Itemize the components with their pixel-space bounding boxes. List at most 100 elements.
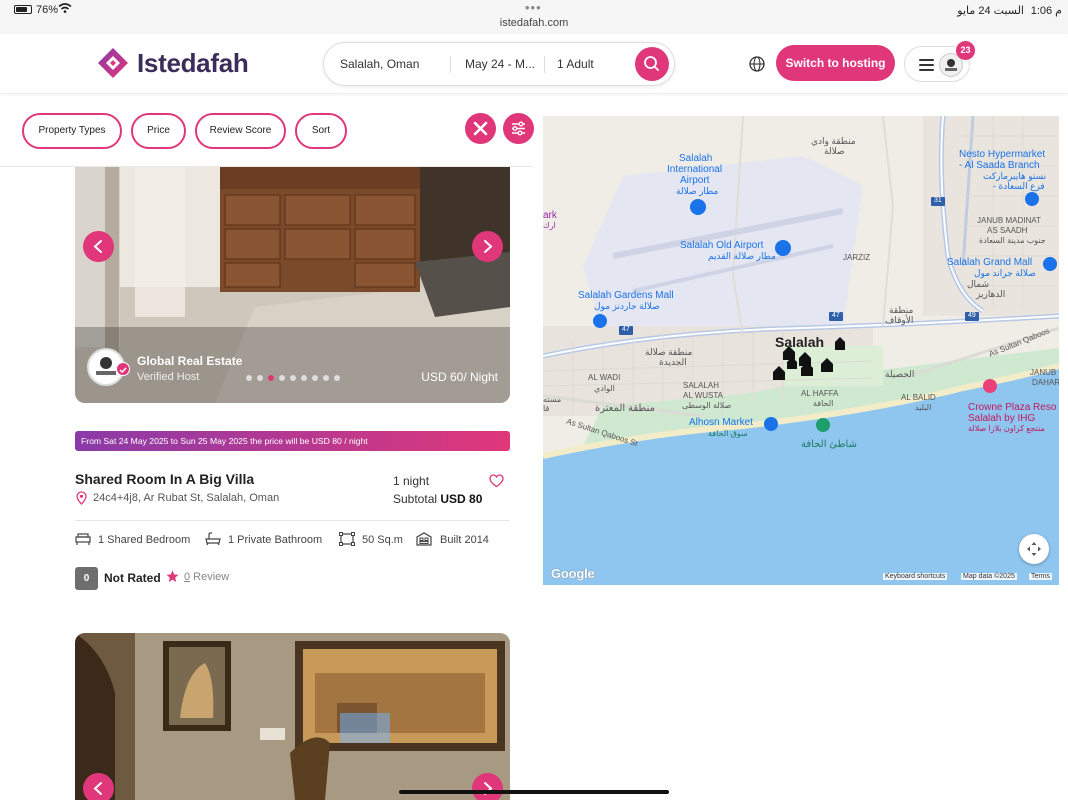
address-bar-url[interactable]: istedafah.com [0, 17, 1068, 29]
map-label-al-balid: AL BALID [901, 393, 936, 402]
map-label-nesto-2[interactable]: - Al Saada Branch [959, 160, 1040, 171]
rating-label: Not Rated [104, 571, 161, 585]
search-icon [644, 56, 659, 71]
photo-dot[interactable] [257, 375, 263, 381]
map-label-janub-madinat-2: AS SAADH [987, 226, 1028, 235]
map-label-nesto-ar-2[interactable]: - فرع السعادة [993, 181, 1045, 192]
map-label-janub-madinat: JANUB MADINAT [977, 216, 1041, 225]
photo-dot[interactable] [301, 375, 307, 381]
photo-next-button[interactable] [472, 231, 503, 262]
map-label-intl-airport-2[interactable]: International [667, 164, 722, 175]
map-footer: Keyboard shortcuts Map data ©2025 Terms [543, 572, 1059, 585]
map-label-wadi-area-2: صلالة [824, 146, 845, 156]
photo-next-button-2[interactable] [472, 773, 503, 800]
home-indicator [399, 790, 669, 794]
map[interactable]: Salalah Salalah International Airport مط… [543, 116, 1059, 585]
map-label-old-airport[interactable]: Salalah Old Airport [680, 240, 763, 251]
status-date: السبت 24 مايو [957, 5, 1024, 17]
map-label-al-wadi-ar: الوادي [594, 384, 615, 393]
map-label-grand-mall[interactable]: Salalah Grand Mall [947, 257, 1032, 268]
host-name[interactable]: Global Real Estate [137, 354, 242, 368]
terms-link[interactable]: Terms [1029, 573, 1053, 580]
search-guests[interactable]: 1 Adult [557, 57, 594, 71]
photo-dot[interactable] [246, 375, 252, 381]
filter-review-score[interactable]: Review Score [195, 113, 286, 149]
map-label-al-wadi: AL WADI [588, 373, 621, 382]
site-header: Istedafah Salalah, Oman May 24 - M... 1 … [0, 34, 1068, 94]
promo-banner: From Sat 24 May 2025 to Sun 25 May 2025 … [75, 431, 510, 451]
reviews-link[interactable]: 0 Review [184, 571, 229, 583]
bath-icon [205, 532, 221, 546]
search-separator [450, 56, 451, 73]
map-label-alhosn-ar[interactable]: سوق الحافة [708, 429, 748, 438]
search-location[interactable]: Salalah, Oman [340, 57, 419, 71]
clear-filters-button[interactable] [465, 113, 496, 144]
map-label-al-haffa: AL HAFFA [801, 389, 839, 398]
listing-photo[interactable]: Global Real Estate Verified Host USD 60/… [75, 167, 510, 403]
rating-score: 0 [75, 567, 98, 590]
menu-icon [919, 59, 934, 71]
map-label-haffa-beach[interactable]: شاطئ الحافة [801, 439, 857, 450]
map-label-intl-airport[interactable]: Salalah [679, 153, 712, 164]
map-label-text[interactable]: Salalah [679, 153, 712, 164]
search-dates[interactable]: May 24 - M... [465, 57, 535, 71]
map-label-park[interactable]: ark [543, 210, 557, 221]
photo-pagination-dots[interactable] [246, 375, 346, 383]
photo-prev-button[interactable] [83, 231, 114, 262]
search-separator [544, 56, 545, 73]
subtotal-value: USD 80 [440, 492, 483, 506]
map-label-intl-airport-3[interactable]: Airport [680, 175, 709, 186]
review-word[interactable]: Review [190, 571, 229, 583]
photo-dot[interactable] [290, 375, 296, 381]
globe-icon[interactable] [748, 55, 766, 73]
map-label-gardens-mall-ar[interactable]: صلالة جاردنز مول [594, 301, 660, 312]
tab-dots[interactable]: ••• [525, 0, 542, 15]
more-filters-button[interactable] [503, 113, 534, 144]
map-label-intl-airport-ar[interactable]: مطار صلالة [676, 186, 718, 197]
photo-prev-button-2[interactable] [83, 773, 114, 800]
photo-dot[interactable] [323, 375, 329, 381]
amenity-area: 50 Sq.m [362, 534, 403, 546]
switch-to-hosting-button[interactable]: Switch to hosting [776, 45, 895, 81]
chevron-right-icon [484, 240, 493, 253]
search-button[interactable] [635, 47, 669, 81]
map-label-al-balid-ar: البليد [915, 403, 932, 412]
map-label-crowne[interactable]: Crowne Plaza Reso [968, 402, 1056, 413]
amenity-bedroom: 1 Shared Bedroom [98, 534, 191, 546]
map-canvas [543, 116, 1059, 585]
photo-dot[interactable] [334, 375, 340, 381]
map-label-alhosn[interactable]: Alhosn Market [689, 417, 753, 428]
map-fullscreen-button[interactable] [1019, 534, 1049, 564]
map-label-grand-mall-ar[interactable]: صلالة جراند مول [974, 268, 1036, 279]
map-label-gardens-mall[interactable]: Salalah Gardens Mall [578, 290, 674, 301]
listing-photo-2[interactable] [75, 633, 510, 800]
map-label-nesto[interactable]: Nesto Hypermarket [959, 149, 1045, 160]
map-label-crowne-ar[interactable]: منتجع كراون بلازا صلالة [968, 424, 1045, 433]
map-label-old-airport-ar[interactable]: مطار صلالة القديم [708, 251, 776, 262]
filter-property-types[interactable]: Property Types [22, 113, 122, 149]
map-label-crowne-2[interactable]: Salalah by IHG [968, 413, 1035, 424]
photo-dot[interactable] [268, 375, 274, 381]
map-city-label: Salalah [775, 334, 825, 350]
filter-sort[interactable]: Sort [295, 113, 347, 149]
close-icon [473, 121, 488, 136]
map-label-park-ar[interactable]: ارك [543, 221, 556, 230]
map-label-salalah-wusta: SALALAH [683, 381, 720, 390]
map-label-jarziz: JARZIZ [843, 253, 871, 262]
chevron-right-icon [484, 782, 493, 795]
photo-dot[interactable] [279, 375, 285, 381]
star-icon [166, 570, 179, 582]
search-bar[interactable]: Salalah, Oman May 24 - M... 1 Adult [323, 42, 675, 86]
keyboard-shortcuts-link[interactable]: Keyboard shortcuts [883, 573, 948, 580]
logo-icon[interactable] [97, 47, 129, 79]
listing-title[interactable]: Shared Room In A Big Villa [75, 471, 254, 487]
room-photo-image-2 [75, 633, 510, 800]
photo-dot[interactable] [312, 375, 318, 381]
filter-price[interactable]: Price [131, 113, 186, 149]
amenity-built: Built 2014 [440, 534, 489, 546]
logo-text[interactable]: Istedafah [137, 48, 249, 79]
heart-icon[interactable] [489, 474, 504, 488]
host-status: Verified Host [137, 371, 200, 383]
map-label-dahariz: الدهاريز [976, 289, 1006, 299]
verified-check-icon [116, 362, 130, 376]
